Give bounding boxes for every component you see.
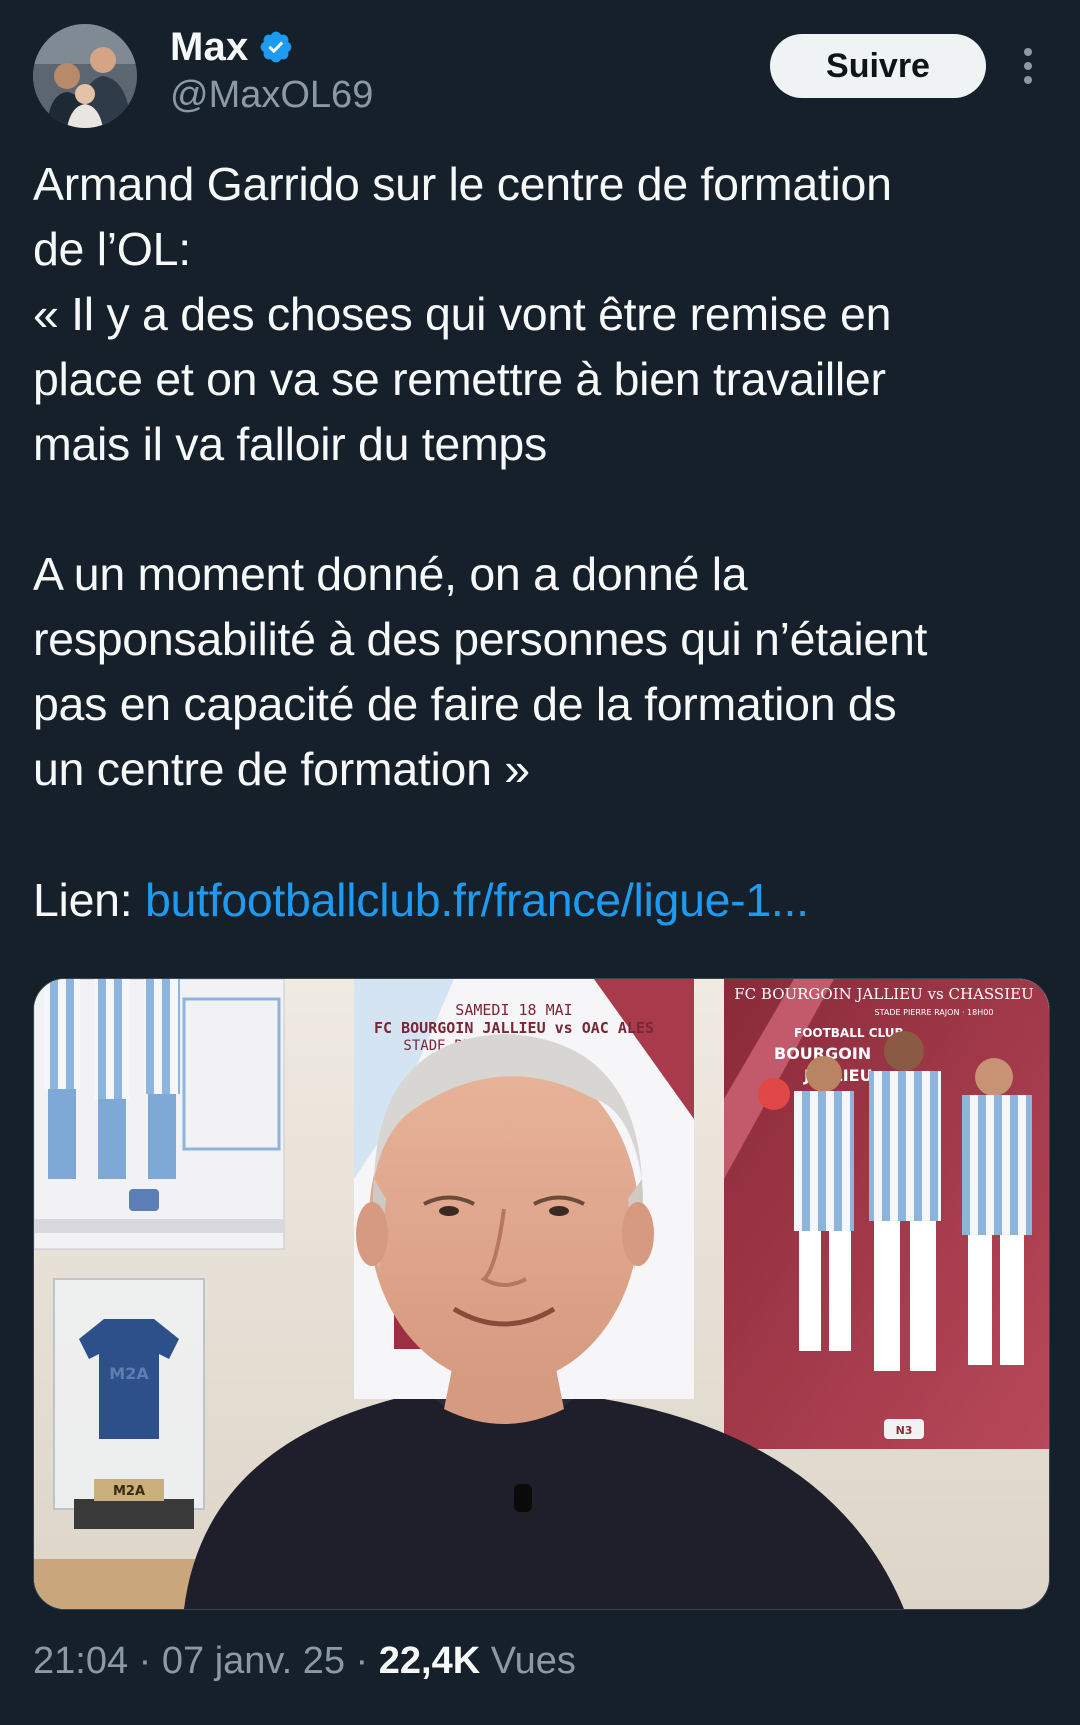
trophy-plate: M2A [113,1484,145,1499]
tweet-time[interactable]: 21:04 [33,1640,128,1682]
article-link[interactable]: butfootballclub.fr/france/ligue-1... [145,874,809,926]
jersey-text: M2A [109,1364,149,1383]
tweet-meta: 21:04 · 07 janv. 25 · 22,4K Vues [33,1640,576,1683]
poster-left-title: FC BOURGOIN JALLIEU vs OAC ALES [374,1019,654,1037]
tweet-link-line: Lien: butfootballclub.fr/france/ligue-1.… [33,868,1053,933]
meta-separator: · [344,1640,379,1682]
author-name-row[interactable]: Max [170,22,294,72]
left-poster [34,979,285,1250]
views-count[interactable]: 22,4K [379,1640,480,1682]
poster-right-sub: STADE PIERRE RAJON · 18H00 [875,1008,994,1017]
avatar-photo [33,24,137,128]
poster-right-club-1: FOOTBALL CLUB [794,1026,904,1040]
tweet-header: Max @MaxOL69 Suivre [0,0,1080,150]
more-vertical-icon[interactable] [1010,44,1046,88]
meta-separator: · [128,1640,162,1682]
follow-button[interactable]: Suivre [770,34,986,98]
photo-scene: SAMEDI 18 MAI FC BOURGOIN JALLIEU vs OAC… [34,979,1049,1609]
views-label[interactable]: Vues [480,1640,576,1682]
tweet-text: Armand Garrido sur le centre de formatio… [33,158,928,795]
tweet-date[interactable]: 07 janv. 25 [162,1640,345,1682]
tweet-media-photo[interactable]: SAMEDI 18 MAI FC BOURGOIN JALLIEU vs OAC… [33,978,1050,1610]
poster-right-badge: N3 [896,1424,913,1437]
right-poster: FC BOURGOIN JALLIEU vs CHASSIEU STADE PI… [724,979,1049,1449]
link-prefix: Lien: [33,874,145,926]
author-handle[interactable]: @MaxOL69 [170,74,373,117]
verified-badge-icon [258,29,294,65]
author-avatar[interactable] [33,24,137,128]
poster-left-caption: SAMEDI 18 MAI [455,1001,572,1019]
author-display-name[interactable]: Max [170,25,248,70]
poster-right-title: FC BOURGOIN JALLIEU vs CHASSIEU [734,985,1033,1003]
